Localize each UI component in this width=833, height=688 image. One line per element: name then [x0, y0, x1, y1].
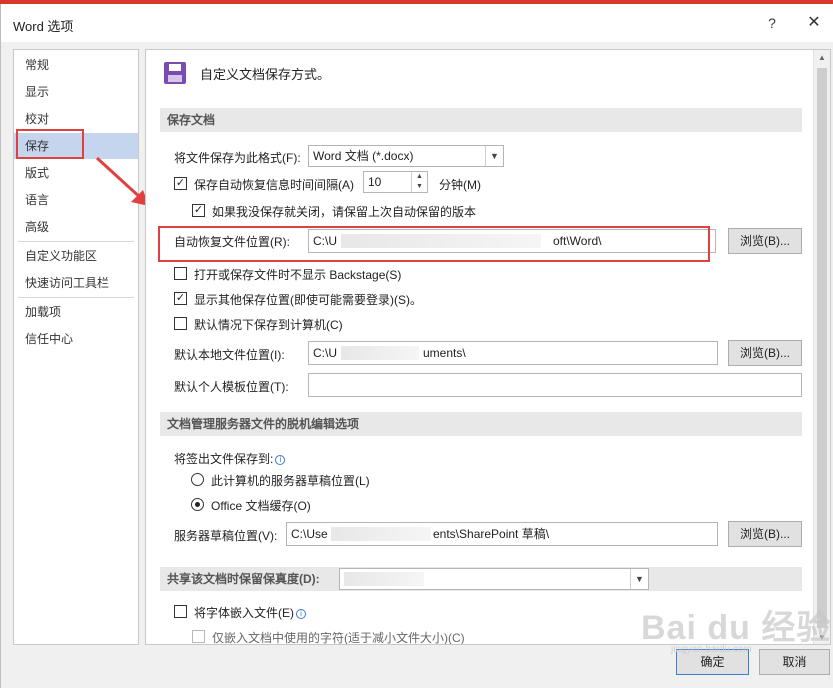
embed-used-chars-label: 仅嵌入文档中使用的字符(适于减小文件大小)(C) — [212, 631, 465, 645]
default-template-location-input[interactable] — [308, 373, 802, 397]
fidelity-document-dropdown[interactable]: ▼ — [339, 568, 649, 590]
redacted-path — [341, 346, 419, 360]
annotation-box-save-nav — [16, 129, 84, 159]
server-drafts-suffix: ents\SharePoint 草稿\ — [433, 527, 550, 541]
nav-item-advanced[interactable]: 高级 — [14, 214, 138, 240]
server-drafts-radio[interactable] — [191, 473, 204, 486]
default-template-location-label: 默认个人模板位置(T): — [174, 380, 289, 394]
save-format-value: Word 文档 (*.docx) — [313, 149, 414, 163]
nav-item-trust-center[interactable]: 信任中心 — [14, 326, 138, 352]
browse-server-drafts-button[interactable]: 浏览(B)... — [728, 521, 802, 547]
office-cache-option-label: Office 文档缓存(O) — [211, 499, 311, 513]
minutes-label: 分钟(M) — [439, 178, 481, 192]
server-drafts-prefix: C:\Use — [291, 527, 328, 541]
section-offline-editing: 文档管理服务器文件的脱机编辑选项 — [160, 412, 802, 436]
checkout-save-text: 将签出文件保存到: — [174, 452, 274, 466]
fidelity-label: 共享该文档时保留保真度(D): — [167, 572, 320, 586]
panel-header: 自定义文档保存方式。 — [164, 62, 330, 84]
autorecover-minutes-spinner[interactable]: 10 ▲ ▼ — [363, 171, 428, 193]
ok-button[interactable]: 确定 — [676, 649, 749, 675]
browse-default-local-button[interactable]: 浏览(B)... — [728, 340, 802, 366]
nav-divider — [18, 241, 134, 242]
embed-fonts-checkbox[interactable] — [174, 605, 187, 618]
nav-item-general[interactable]: 常规 — [14, 52, 138, 78]
panel-description: 自定义文档保存方式。 — [200, 66, 331, 82]
redacted-path — [331, 527, 431, 541]
info-icon: i — [275, 455, 286, 465]
spin-down-icon[interactable]: ▼ — [411, 182, 427, 192]
info-icon: i — [296, 609, 306, 619]
embed-fonts-label: 将字体嵌入文件(E) i — [194, 604, 306, 621]
scroll-up-icon[interactable]: ▲ — [814, 50, 830, 66]
save-to-computer-checkbox[interactable] — [174, 317, 187, 330]
section-save-documents: 保存文档 — [160, 108, 802, 132]
help-button[interactable]: ? — [761, 12, 783, 34]
save-icon — [164, 62, 186, 84]
autorecover-label: 保存自动恢复信息时间间隔(A) — [194, 178, 354, 192]
dialog-title: Word 选项 — [13, 19, 74, 34]
no-backstage-checkbox[interactable] — [174, 267, 187, 280]
save-format-dropdown[interactable]: Word 文档 (*.docx) ▼ — [308, 145, 504, 167]
browse-autorecover-button[interactable]: 浏览(B)... — [728, 228, 802, 254]
cancel-button[interactable]: 取消 — [759, 649, 830, 675]
keep-last-version-label: 如果我没保存就关闭，请保留上次自动保留的版本 — [212, 205, 477, 219]
show-other-locations-checkbox[interactable]: ✓ — [174, 292, 187, 305]
chevron-down-icon: ▼ — [630, 569, 648, 589]
keep-last-version-checkbox[interactable]: ✓ — [192, 204, 205, 217]
default-local-location-input[interactable]: C:\U uments\ — [308, 341, 718, 365]
nav-item-quick-access-toolbar[interactable]: 快速访问工具栏 — [14, 270, 138, 296]
server-drafts-location-label: 服务器草稿位置(V): — [174, 529, 278, 543]
server-drafts-option-label: 此计算机的服务器草稿位置(L) — [211, 474, 370, 488]
annotation-box-autorecover-location — [158, 226, 710, 262]
show-other-locations-label: 显示其他保存位置(即使可能需要登录)(S)。 — [194, 293, 422, 307]
office-cache-radio[interactable] — [191, 498, 204, 511]
redacted-document-name — [344, 572, 424, 586]
nav-item-add-ins[interactable]: 加载项 — [14, 299, 138, 325]
vertical-scrollbar[interactable]: ▲ ▼ — [813, 50, 830, 644]
autorecover-minutes-value: 10 — [368, 175, 382, 189]
scroll-down-icon[interactable]: ▼ — [814, 630, 830, 644]
checkout-save-label: 将签出文件保存到: i — [174, 450, 286, 467]
word-options-dialog: Word 选项 ? ✕ 常规 显示 校对 保存 版式 语言 高级 自定义功能区 … — [0, 4, 833, 688]
nav-item-customize-ribbon[interactable]: 自定义功能区 — [14, 243, 138, 269]
autorecover-checkbox[interactable]: ✓ — [174, 177, 187, 190]
default-local-prefix: C:\U — [313, 346, 337, 360]
title-bar: Word 选项 ? ✕ — [1, 4, 833, 42]
save-options-panel: 自定义文档保存方式。 保存文档 将文件保存为此格式(F): Word 文档 (*… — [145, 49, 831, 645]
scroll-thumb[interactable] — [817, 68, 827, 628]
nav-divider — [18, 297, 134, 298]
default-local-suffix: uments\ — [423, 346, 466, 360]
default-local-location-label: 默认本地文件位置(I): — [174, 348, 285, 362]
chevron-down-icon: ▼ — [485, 146, 503, 166]
close-button[interactable]: ✕ — [801, 12, 827, 34]
embed-used-chars-checkbox[interactable] — [192, 630, 205, 643]
save-to-computer-label: 默认情况下保存到计算机(C) — [194, 318, 343, 332]
server-drafts-location-input[interactable]: C:\Use ents\SharePoint 草稿\ — [286, 522, 718, 546]
embed-fonts-text: 将字体嵌入文件(E) — [194, 606, 294, 620]
no-backstage-label: 打开或保存文件时不显示 Backstage(S) — [194, 268, 402, 282]
spin-up-icon[interactable]: ▲ — [411, 172, 427, 182]
nav-item-display[interactable]: 显示 — [14, 79, 138, 105]
save-format-label: 将文件保存为此格式(F): — [174, 151, 301, 165]
